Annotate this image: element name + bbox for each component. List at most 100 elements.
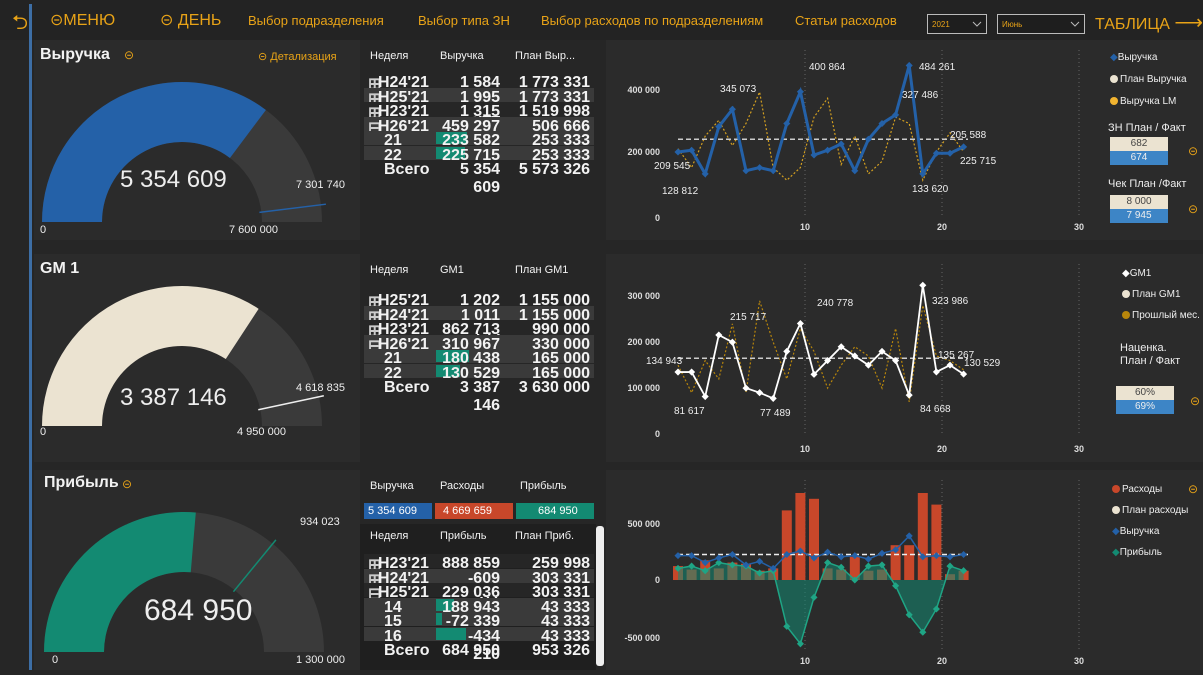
circle-arrow-icon[interactable]: ⊝ xyxy=(1188,144,1198,158)
table-row[interactable]: ⊞Н24'21-609 511303 331 xyxy=(364,568,594,605)
markup-plan: 60% xyxy=(1116,386,1174,400)
x-tick: 20 xyxy=(937,222,947,232)
table-row[interactable]: ⊞ Н23'21 888 859 259 998 xyxy=(364,554,594,574)
revenue-legend-pane: ◆Выручка План Выручка Выручка LM ЗН План… xyxy=(1092,40,1203,240)
col-week[interactable]: Неделя xyxy=(370,264,408,276)
revenue-row: Выручка ⊝ ⊝ Детализация 5 354 609 7 301 … xyxy=(34,40,1203,240)
table-button[interactable]: ТАБЛИЦА ⟶ xyxy=(1095,10,1203,35)
revenue-line-chart: 400 000 200 000 0 10 20 30 400 864 484 261 345 0… xyxy=(612,40,1092,240)
kpi2-title: Чек План /Факт xyxy=(1108,178,1187,190)
data-label: 345 073 xyxy=(720,84,757,95)
x-tick: 10 xyxy=(800,444,810,454)
nav-division[interactable]: Выбор подразделения xyxy=(248,13,384,28)
data-label: 134 943 xyxy=(646,356,683,367)
legend-revenue[interactable]: ◆Выручка xyxy=(1112,526,1159,537)
x-tick: 30 xyxy=(1074,444,1084,454)
kpi1-fact: 674 xyxy=(1110,151,1168,165)
nav-expense-items[interactable]: Статьи расходов xyxy=(795,13,897,28)
col-revenue[interactable]: Выручка xyxy=(370,480,414,492)
legend-plan-expenses[interactable]: План расходы xyxy=(1112,505,1188,516)
data-point xyxy=(932,368,940,376)
col-revenue[interactable]: Выручка xyxy=(440,50,484,62)
table-row[interactable]: 21 180 438 165 000 xyxy=(364,349,594,367)
col-plan[interactable]: План Приб. xyxy=(515,530,574,542)
col-plan[interactable]: План Выр... xyxy=(515,50,575,62)
data-point xyxy=(919,281,927,289)
table-row[interactable]: ⊞Н25'211 202 2711 155 000 xyxy=(364,291,594,327)
table-row[interactable]: ⊞Н24'211 584 9471 773 331 xyxy=(364,73,594,109)
table-row[interactable]: ⊟ Н26'21 459 297 506 666 xyxy=(364,116,594,137)
circle-arrow-icon[interactable]: ⊝ xyxy=(1188,202,1198,216)
data-label: 215 717 xyxy=(730,312,767,323)
col-week[interactable]: Неделя xyxy=(370,530,408,542)
kpi1-plan: 682 xyxy=(1110,137,1168,151)
bar-expense xyxy=(931,504,942,580)
data-point xyxy=(905,61,913,69)
data-point xyxy=(769,167,777,175)
legend-plan-gm[interactable]: План GM1 xyxy=(1122,289,1181,300)
top-nav: ⮌ ⊝МЕНЮ ⊝ ДЕНЬ Выбор подразделения Выбор… xyxy=(0,0,1203,40)
table-row[interactable]: ⊞Н23'211 315 0211 519 998 xyxy=(364,102,594,138)
table-row[interactable]: Всего 3 387 146 3 630 000 xyxy=(364,378,594,414)
menu-button[interactable]: ⊝МЕНЮ xyxy=(50,10,115,30)
table-row[interactable]: ⊟ Н26'21 310 967 330 000 xyxy=(364,334,594,355)
table-row[interactable]: 22 225 715 253 333 xyxy=(364,145,594,164)
gm-plan: 4 618 835 xyxy=(296,382,345,394)
year-select[interactable]: 2021 xyxy=(927,14,987,34)
bar-expense xyxy=(809,498,819,580)
profit-value: 684 950 xyxy=(144,594,253,627)
nav-expenses-division[interactable]: Выбор расходов по подразделениям xyxy=(541,13,763,28)
back-icon[interactable]: ⮌ xyxy=(12,8,28,42)
table-row[interactable]: 14 188 943 43 333 xyxy=(364,597,594,616)
circle-arrow-icon[interactable]: ⊝ xyxy=(1190,394,1200,408)
legend-revenue[interactable]: ◆Выручка xyxy=(1110,52,1157,63)
profit-gauge-pane: Прибыль ⊝ 684 950 934 023 0 1 300 000 xyxy=(34,470,356,670)
y-tick: 0 xyxy=(655,213,660,223)
revenue-gauge-pane: Выручка ⊝ ⊝ Детализация 5 354 609 7 301 … xyxy=(34,40,356,240)
day-button[interactable]: ⊝ ДЕНЬ xyxy=(160,10,221,30)
table-row[interactable]: 22 130 529 165 000 xyxy=(364,363,594,382)
col-profit[interactable]: Прибыль xyxy=(440,530,487,542)
col-expenses[interactable]: Расходы xyxy=(440,480,484,492)
legend-lm[interactable]: Выручка LM xyxy=(1110,96,1176,107)
table-row[interactable]: 15 -72 339 43 333 xyxy=(364,612,594,630)
table-cell: Всего xyxy=(384,642,430,659)
gauge-max: 7 600 000 xyxy=(229,224,278,236)
nav-order-type[interactable]: Выбор типа ЗН xyxy=(418,13,510,28)
data-point xyxy=(688,368,696,376)
table-row[interactable]: ⊞Н24'211 011 1951 155 000 xyxy=(364,305,594,342)
month-select[interactable]: Июнь xyxy=(997,14,1085,34)
col-profit[interactable]: Прибыль xyxy=(520,480,567,492)
y-tick: 100 000 xyxy=(627,383,660,393)
table-row[interactable]: ⊞ Н23'21 862 713 990 000 xyxy=(364,320,594,340)
legend-prev-month[interactable]: Прошлый мес. xyxy=(1122,310,1200,321)
circle-arrow-icon[interactable]: ⊝ xyxy=(1188,482,1198,496)
x-tick: 20 xyxy=(937,656,947,666)
table-row[interactable]: ⊞Н25'211 995 3441 773 331 xyxy=(364,87,594,124)
data-label: 240 778 xyxy=(817,298,854,309)
gm-legend-pane: ◆GM1 План GM1 Прошлый мес. Наценка. План… xyxy=(1092,254,1203,462)
gauge-fill xyxy=(42,81,266,222)
data-point xyxy=(715,331,723,339)
markup-fact: 69% xyxy=(1116,400,1174,414)
y-tick: 200 000 xyxy=(627,337,660,347)
circle-arrow-icon: ⊝ xyxy=(50,12,64,29)
table-row[interactable]: Всего 684 950 953 326 xyxy=(364,641,594,659)
table-row[interactable]: 21 233 582 253 333 xyxy=(364,131,594,149)
table-row[interactable]: 16 -434 210 43 333 xyxy=(364,626,594,663)
legend-gm[interactable]: ◆GM1 xyxy=(1122,268,1151,279)
col-week[interactable]: Неделя xyxy=(370,50,408,62)
legend-profit[interactable]: ◆Прибыль xyxy=(1112,547,1162,558)
legend-plan[interactable]: План Выручка xyxy=(1110,74,1187,85)
gauge-max: 1 300 000 xyxy=(296,654,345,666)
kpi-title-1: Наценка. xyxy=(1120,342,1167,354)
table-cell: 3 387 146 xyxy=(459,379,500,414)
data-point xyxy=(783,347,791,355)
kpi2-plan: 8 000 xyxy=(1110,195,1168,209)
table-row[interactable]: Всего 5 354 609 5 573 326 xyxy=(364,160,594,196)
table-row[interactable]: ⊟ Н25'21 229 036 303 331 xyxy=(364,583,594,603)
col-plan[interactable]: План GM1 xyxy=(515,264,568,276)
scrollbar[interactable] xyxy=(596,526,604,666)
legend-expenses[interactable]: Расходы xyxy=(1112,484,1162,495)
col-gm[interactable]: GM1 xyxy=(440,264,464,276)
